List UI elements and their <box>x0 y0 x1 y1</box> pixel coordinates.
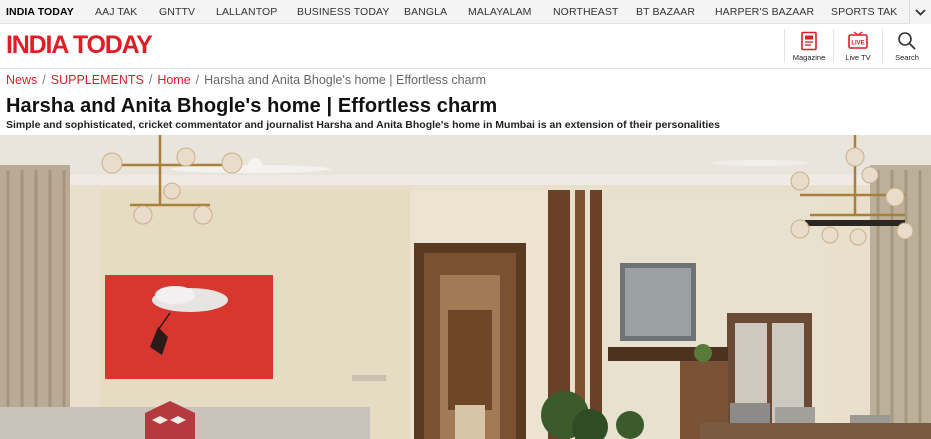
live-tv-label: Live TV <box>845 53 871 62</box>
site-logo[interactable]: INDIA TODAY <box>6 31 153 60</box>
channel-nav: INDIA TODAY AAJ TAK GNTTV LALLANTOP BUSI… <box>0 0 931 24</box>
site-header: INDIA TODAY Magazine LIVE Live TV Search <box>0 25 931 69</box>
live-tv-button[interactable]: LIVE Live TV <box>834 29 882 65</box>
breadcrumb-news[interactable]: News <box>6 73 37 87</box>
living-room-photo <box>0 135 931 439</box>
nav-item-northeast[interactable]: NORTHEAST <box>553 6 618 18</box>
magazine-button[interactable]: Magazine <box>785 29 833 65</box>
nav-item-aaj-tak[interactable]: AAJ TAK <box>95 6 137 18</box>
live-badge: LIVE <box>851 41 864 47</box>
search-button[interactable]: Search <box>883 29 931 65</box>
nav-item-sports-tak[interactable]: SPORTS TAK <box>831 6 897 18</box>
nav-item-business-today[interactable]: BUSINESS TODAY <box>297 6 389 18</box>
breadcrumb-separator: / <box>42 73 46 87</box>
nav-item-harpers-bazaar[interactable]: HARPER'S BAZAAR <box>715 6 814 18</box>
nav-item-india-today[interactable]: INDIA TODAY <box>6 6 74 18</box>
nav-item-malayalam[interactable]: MALAYALAM <box>468 6 532 18</box>
nav-item-bangla[interactable]: BANGLA <box>404 6 447 18</box>
search-icon <box>898 32 916 50</box>
article-subtitle: Simple and sophisticated, cricket commen… <box>6 119 720 131</box>
hero-image <box>0 135 931 439</box>
nav-item-bt-bazaar[interactable]: BT BAZAAR <box>636 6 695 18</box>
breadcrumb-separator: / <box>195 73 200 87</box>
nav-expand-button[interactable] <box>909 0 931 24</box>
breadcrumb-current: Harsha and Anita Bhogle's home | Effortl… <box>204 73 487 87</box>
nav-item-gnttv[interactable]: GNTTV <box>159 6 195 18</box>
magazine-label: Magazine <box>792 53 826 62</box>
article-title: Harsha and Anita Bhogle's home | Effortl… <box>6 95 498 117</box>
breadcrumb-separator: / <box>148 73 153 87</box>
breadcrumb: News / SUPPLEMENTS / Home / Harsha and Anita B… <box>6 73 486 87</box>
nav-item-lallantop[interactable]: LALLANTOP <box>216 6 277 18</box>
live-tv-icon: LIVE <box>848 31 868 49</box>
magazine-icon <box>801 31 817 51</box>
search-label: Search <box>895 53 919 62</box>
chevron-down-icon <box>915 8 926 16</box>
breadcrumb-home[interactable]: Home <box>157 73 190 87</box>
breadcrumb-supplements[interactable]: SUPPLEMENTS <box>51 73 144 87</box>
